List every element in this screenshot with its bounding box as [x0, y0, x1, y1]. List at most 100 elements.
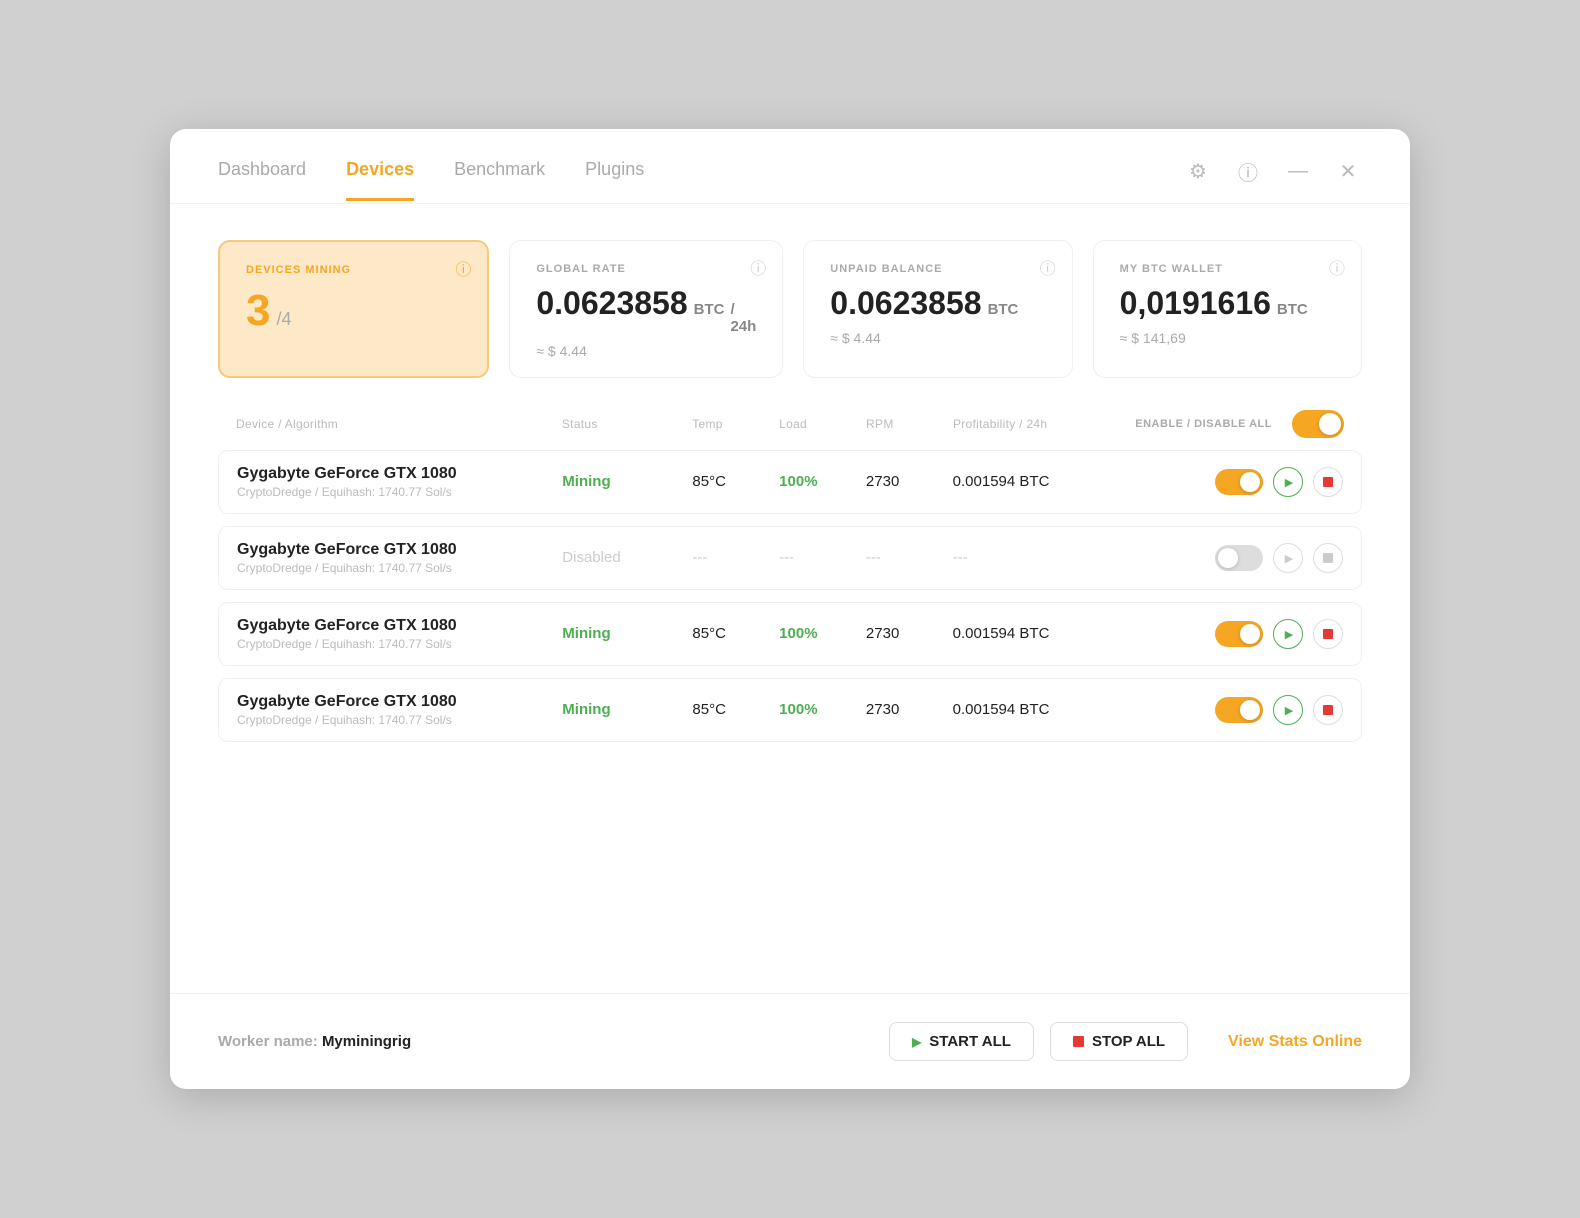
table-header: Device / Algorithm Status Temp Load RPM … — [218, 402, 1362, 446]
balance-unit: BTC — [988, 301, 1019, 318]
device-temp: 85°C — [692, 701, 779, 719]
device-profit: 0.001594 BTC — [953, 625, 1126, 643]
tab-plugins[interactable]: Plugins — [585, 159, 644, 201]
toggle-knob — [1240, 472, 1260, 492]
start-play-icon: ▶ — [912, 1035, 921, 1049]
device-temp: --- — [692, 549, 779, 567]
device-controls: ▶ — [1126, 467, 1343, 497]
nav-bar: Dashboard Devices Benchmark Plugins ⚙ ⓘ … — [170, 129, 1410, 204]
stop-button[interactable] — [1313, 543, 1343, 573]
card-value-rate: 0.0623858 BTC / 24h — [536, 285, 756, 335]
table-row: Gygabyte GeForce GTX 1080 CryptoDredge /… — [218, 450, 1362, 514]
device-algo: CryptoDredge / Equihash: 1740.77 Sol/s — [237, 561, 562, 575]
device-controls: ▶ — [1126, 619, 1343, 649]
card-label-rate: GLOBAL RATE — [536, 263, 756, 275]
rate-sub: ≈ $ 4.44 — [536, 343, 756, 359]
card-devices-mining: ⓘ DEVICES MINING 3 /4 — [218, 240, 489, 378]
window-controls: ⚙ ⓘ — ✕ — [1184, 157, 1362, 203]
device-toggle[interactable] — [1215, 469, 1263, 495]
status-badge: Mining — [562, 701, 610, 718]
worker-label: Worker name: Myminingrig — [218, 1033, 889, 1050]
device-load: 100% — [779, 625, 866, 643]
footer: Worker name: Myminingrig ▶ START ALL STO… — [170, 993, 1410, 1089]
info-icon[interactable]: ⓘ — [455, 256, 471, 280]
device-name: Gygabyte GeForce GTX 1080 — [237, 617, 562, 635]
device-name: Gygabyte GeForce GTX 1080 — [237, 465, 562, 483]
device-toggle[interactable] — [1215, 545, 1263, 571]
settings-icon[interactable]: ⚙ — [1184, 157, 1212, 185]
device-status: Mining — [562, 625, 692, 643]
balance-sub: ≈ $ 4.44 — [830, 330, 1045, 346]
balance-value: 0.0623858 — [830, 285, 981, 322]
tab-benchmark[interactable]: Benchmark — [454, 159, 545, 201]
play-icon: ▶ — [1285, 552, 1293, 565]
info-icon[interactable]: ⓘ — [750, 255, 766, 279]
device-name: Gygabyte GeForce GTX 1080 — [237, 693, 562, 711]
toggle-knob — [1218, 548, 1238, 568]
device-load: 100% — [779, 701, 866, 719]
header-status: Status — [562, 417, 692, 431]
device-temp: 85°C — [692, 473, 779, 491]
close-icon[interactable]: ✕ — [1334, 157, 1362, 185]
card-global-rate: ⓘ GLOBAL RATE 0.0623858 BTC / 24h ≈ $ 4.… — [509, 240, 783, 378]
card-value-devices: 3 /4 — [246, 286, 461, 336]
enable-disable-label: ENABLE / DISABLE ALL — [1135, 418, 1272, 430]
device-status: Mining — [562, 701, 692, 719]
device-profit: 0.001594 BTC — [953, 701, 1126, 719]
device-temp: 85°C — [692, 625, 779, 643]
devices-count: 3 — [246, 286, 270, 336]
card-label-devices: DEVICES MINING — [246, 264, 461, 276]
device-info: Gygabyte GeForce GTX 1080 CryptoDredge /… — [237, 617, 562, 651]
tab-devices[interactable]: Devices — [346, 159, 414, 201]
rate-value: 0.0623858 — [536, 285, 687, 322]
device-rpm: --- — [866, 549, 953, 567]
device-controls: ▶ — [1126, 543, 1343, 573]
toggle-knob — [1240, 624, 1260, 644]
device-algo: CryptoDredge / Equihash: 1740.77 Sol/s — [237, 637, 562, 651]
table-row: Gygabyte GeForce GTX 1080 CryptoDredge /… — [218, 526, 1362, 590]
card-btc-wallet: ⓘ MY BTC WALLET 0,0191616 BTC ≈ $ 141,69 — [1093, 240, 1362, 378]
device-profit: --- — [953, 549, 1126, 567]
device-info: Gygabyte GeForce GTX 1080 CryptoDredge /… — [237, 693, 562, 727]
tab-dashboard[interactable]: Dashboard — [218, 159, 306, 201]
stop-button[interactable] — [1313, 467, 1343, 497]
play-button[interactable]: ▶ — [1273, 543, 1303, 573]
app-window: Dashboard Devices Benchmark Plugins ⚙ ⓘ … — [170, 129, 1410, 1089]
wallet-value: 0,0191616 — [1120, 285, 1271, 322]
header-profit: Profitability / 24h — [953, 417, 1127, 431]
view-stats-link[interactable]: View Stats Online — [1228, 1033, 1362, 1051]
stop-icon — [1323, 629, 1333, 639]
wallet-sub: ≈ $ 141,69 — [1120, 330, 1335, 346]
summary-cards: ⓘ DEVICES MINING 3 /4 ⓘ GLOBAL RATE 0.06… — [170, 204, 1410, 402]
device-table: Device / Algorithm Status Temp Load RPM … — [170, 402, 1410, 993]
device-status: Mining — [562, 473, 692, 491]
status-badge: Disabled — [562, 549, 620, 566]
global-toggle[interactable] — [1292, 410, 1344, 438]
play-button[interactable]: ▶ — [1273, 695, 1303, 725]
status-badge: Mining — [562, 625, 610, 642]
device-toggle[interactable] — [1215, 621, 1263, 647]
worker-name: Myminingrig — [322, 1033, 411, 1050]
play-button[interactable]: ▶ — [1273, 467, 1303, 497]
table-row: Gygabyte GeForce GTX 1080 CryptoDredge /… — [218, 602, 1362, 666]
minimize-icon[interactable]: — — [1284, 157, 1312, 185]
devices-total: /4 — [276, 309, 291, 330]
start-all-button[interactable]: ▶ START ALL — [889, 1022, 1034, 1061]
info-icon[interactable]: ⓘ — [1329, 255, 1345, 279]
card-value-wallet: 0,0191616 BTC — [1120, 285, 1335, 322]
device-rpm: 2730 — [866, 701, 953, 719]
help-icon[interactable]: ⓘ — [1234, 157, 1262, 185]
info-icon[interactable]: ⓘ — [1040, 255, 1056, 279]
stop-icon — [1323, 553, 1333, 563]
stop-button[interactable] — [1313, 695, 1343, 725]
device-profit: 0.001594 BTC — [953, 473, 1126, 491]
card-unpaid-balance: ⓘ UNPAID BALANCE 0.0623858 BTC ≈ $ 4.44 — [803, 240, 1072, 378]
device-toggle[interactable] — [1215, 697, 1263, 723]
play-button[interactable]: ▶ — [1273, 619, 1303, 649]
stop-all-button[interactable]: STOP ALL — [1050, 1022, 1188, 1061]
device-rpm: 2730 — [866, 625, 953, 643]
stop-button[interactable] — [1313, 619, 1343, 649]
header-device: Device / Algorithm — [236, 417, 562, 431]
device-status: Disabled — [562, 549, 692, 567]
header-rpm: RPM — [866, 417, 953, 431]
